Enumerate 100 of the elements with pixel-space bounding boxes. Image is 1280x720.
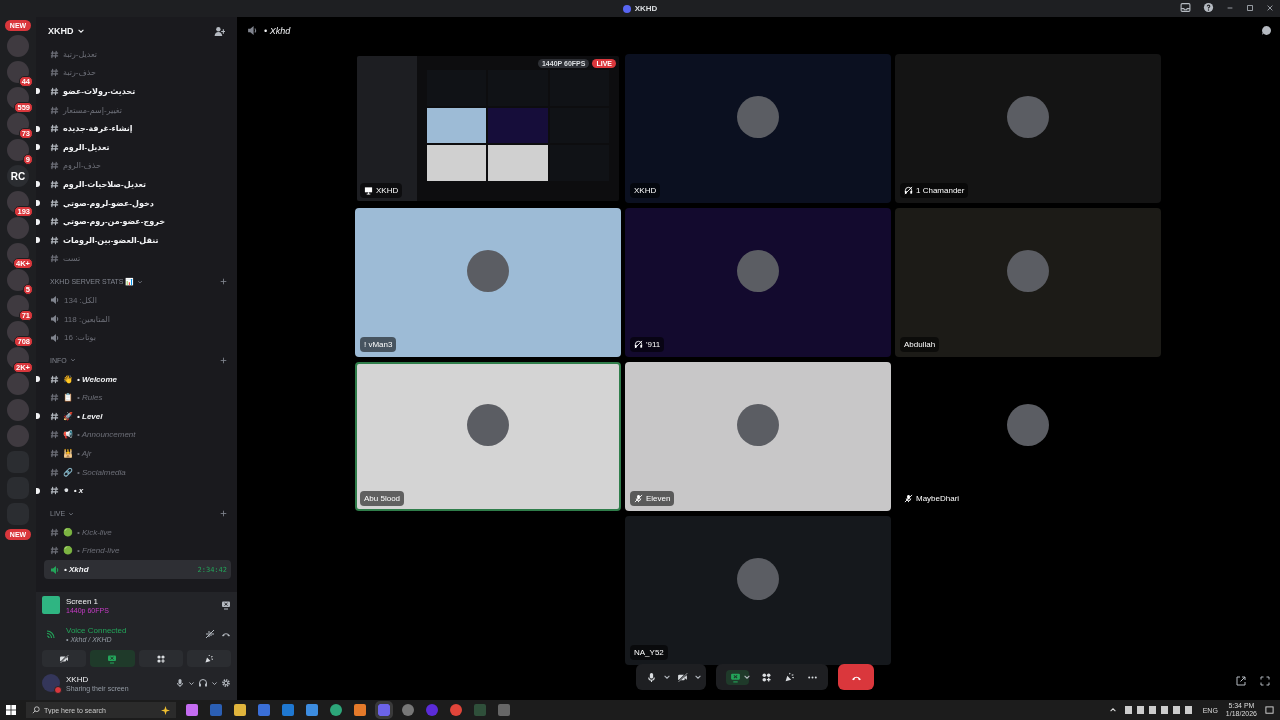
channel-name[interactable]: • Welcome (77, 374, 117, 384)
hash-icon (50, 374, 59, 384)
window-title: XKHD (634, 4, 658, 13)
hash-icon (50, 161, 59, 171)
channel-emoji: 🔗 (63, 467, 73, 477)
help-icon[interactable] (1203, 2, 1214, 13)
channel-name[interactable]: تعديل-رتبة (63, 49, 98, 59)
channel-name[interactable]: حذف-الروم (63, 161, 101, 171)
microphone-icon[interactable] (646, 671, 657, 683)
channel-name[interactable]: • Friend-live (77, 546, 120, 556)
fullscreen-icon[interactable] (1260, 676, 1270, 686)
participant-name-label: XKHD (630, 183, 661, 198)
camera-off-button[interactable] (42, 650, 87, 667)
microphone-icon[interactable] (175, 678, 185, 688)
participant-tile[interactable]: 1 Chamander (895, 54, 1161, 203)
channel-name[interactable]: حذف-رتبة (63, 68, 96, 78)
channel-name[interactable]: خروج-عضو-من-روم-صوتي (63, 217, 165, 227)
channel-name[interactable]: الكل: 134 (64, 295, 97, 305)
end-call-button[interactable] (838, 664, 874, 690)
channel-name[interactable]: • Xkhd (64, 565, 89, 575)
user-avatar[interactable] (42, 674, 60, 692)
add-member-icon[interactable] (214, 25, 225, 37)
chevron-icon[interactable] (188, 679, 195, 687)
channel-name[interactable]: تست (63, 254, 81, 264)
headphones-icon[interactable] (198, 678, 208, 688)
close-icon[interactable] (1266, 3, 1274, 12)
voice-status[interactable]: Voice Connected (66, 625, 199, 635)
noise-suppression-icon[interactable] (205, 629, 215, 639)
server-name[interactable]: XKHD (48, 26, 74, 36)
channel-emoji: 🚀 (63, 411, 73, 421)
chevron-icon[interactable] (743, 673, 751, 681)
hash-icon (50, 411, 59, 421)
add-channel-icon[interactable] (220, 510, 227, 518)
popout-icon[interactable] (1236, 676, 1246, 686)
hash-icon (50, 124, 59, 134)
app-icon[interactable] (402, 704, 414, 716)
speaker-icon (247, 25, 258, 36)
activities-icon (155, 653, 166, 664)
hash-icon (50, 449, 59, 459)
participant-tile[interactable]: Abdullah (895, 208, 1161, 357)
avatar-placeholder (467, 249, 509, 292)
soundboard-icon[interactable] (784, 671, 795, 683)
channel-name[interactable]: إنشاء-غرفة-جديده (63, 124, 133, 134)
activities-button[interactable] (138, 650, 183, 667)
chat-icon[interactable] (1261, 25, 1272, 36)
channel-name[interactable]: • Socialmedia (77, 467, 126, 477)
channel-name[interactable]: تغيير-إسم-مستعار (63, 105, 122, 115)
channel-emoji: 📋 (63, 393, 73, 403)
chevron-icon[interactable] (76, 27, 85, 35)
channel-name[interactable]: تنقل-العضو-بين-الرومات (63, 235, 159, 245)
channel-name[interactable]: • Level (77, 411, 103, 421)
speaker-icon (50, 295, 60, 306)
screen-share-button[interactable] (726, 669, 749, 685)
avatar-placeholder (737, 403, 779, 446)
avatar-placeholder (1007, 403, 1049, 446)
server-icon[interactable]: RC (7, 165, 29, 187)
channel-name[interactable]: دخول-عضو-لروم-صوتي (63, 198, 154, 208)
screen-share-button[interactable] (90, 650, 135, 667)
participant-tile[interactable]: NA_Y52 (625, 516, 891, 665)
inbox-icon[interactable] (1180, 2, 1191, 13)
channel-name[interactable]: • Ajr (77, 449, 92, 459)
camera-off-icon[interactable] (677, 671, 688, 683)
participant-tile[interactable]: Eleven (625, 362, 891, 511)
speaker-icon (50, 314, 60, 324)
channel-name[interactable]: • Announcement (77, 430, 136, 440)
channel-name[interactable]: • Rules (77, 393, 103, 403)
notification-icon[interactable] (1265, 705, 1274, 715)
channel-name[interactable]: تعديل-صلاحيات-الروم (63, 179, 147, 189)
app-icon[interactable] (354, 704, 366, 716)
channel-emoji: 👋 (63, 374, 73, 384)
soundboard-icon (203, 653, 214, 664)
tray-icons-drawing[interactable] (1124, 706, 1195, 714)
channel-name[interactable]: • x (73, 486, 84, 496)
channel-name[interactable]: تحديث-رولات-عضو (63, 87, 136, 96)
channel-name[interactable]: تعديل-الروم (63, 142, 110, 152)
channel-name[interactable]: بوتات: 16 (64, 333, 96, 343)
channel-name[interactable]: المتابعين: 118 (64, 314, 110, 324)
participant-tile[interactable]: ! vMan3 (355, 208, 621, 357)
hash-icon (50, 198, 59, 208)
app-icon[interactable] (306, 704, 318, 716)
participant-tile[interactable]: Abu 5lood (355, 362, 621, 511)
avatar-placeholder (1007, 95, 1049, 138)
windows-start-icon[interactable] (6, 705, 16, 715)
hash-icon (50, 486, 59, 496)
maximize-icon[interactable] (1246, 3, 1254, 12)
channel-emoji: 🟢 (63, 546, 73, 556)
chevron-icon[interactable] (211, 679, 218, 687)
stop-stream-icon[interactable] (221, 600, 231, 610)
participant-tile[interactable]: XKHD (625, 54, 891, 203)
add-channel-icon[interactable] (220, 278, 227, 286)
chevron-icon[interactable] (694, 673, 702, 681)
avatar-placeholder (1007, 249, 1049, 292)
channel-name[interactable]: • Kick-live (77, 527, 112, 537)
tray-expand-icon[interactable] (1108, 706, 1117, 714)
settings-icon[interactable] (221, 678, 231, 688)
add-channel-icon[interactable] (220, 356, 227, 364)
activities-icon[interactable] (761, 671, 772, 683)
participant-tile[interactable]: '911 (625, 208, 891, 357)
hash-icon (50, 235, 59, 245)
chevron-icon[interactable] (663, 673, 671, 681)
